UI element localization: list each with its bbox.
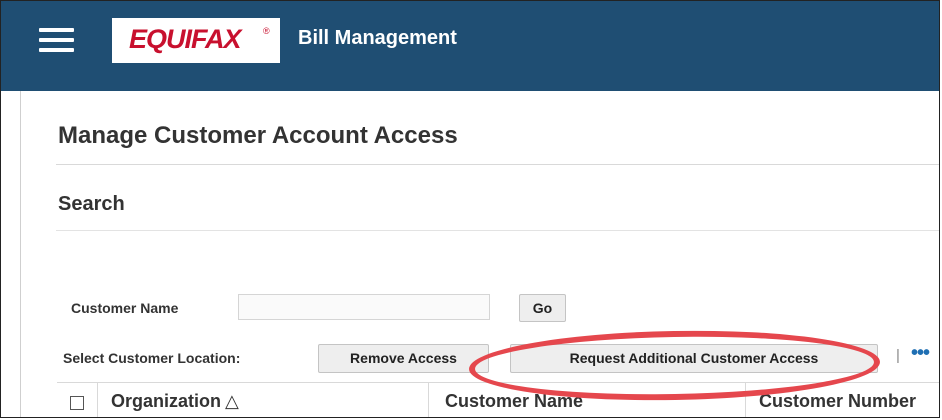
- column-separator: [428, 383, 429, 417]
- request-additional-access-button[interactable]: Request Additional Customer Access: [510, 344, 878, 373]
- column-separator: [97, 383, 98, 417]
- customer-name-label: Customer Name: [71, 300, 179, 316]
- divider: [56, 164, 939, 165]
- app-header: EQUIFAX ® Bill Management: [1, 1, 939, 91]
- go-button[interactable]: Go: [519, 294, 566, 322]
- toolbar-separator: |: [896, 347, 900, 364]
- equifax-logo[interactable]: EQUIFAX ®: [112, 18, 280, 63]
- remove-access-button[interactable]: Remove Access: [318, 344, 489, 373]
- search-section-title: Search: [58, 193, 125, 215]
- registered-mark: ®: [263, 26, 270, 36]
- column-header-customer-name[interactable]: Customer Name: [445, 391, 583, 412]
- screenshot-frame: EQUIFAX ® Bill Management Manage Custome…: [0, 0, 940, 418]
- select-location-label: Select Customer Location:: [63, 350, 241, 366]
- table-header: Organization △ Customer Name Customer Num…: [57, 382, 939, 417]
- more-options-icon[interactable]: •••: [911, 342, 930, 365]
- hamburger-menu-icon[interactable]: [39, 28, 74, 52]
- column-header-customer-number[interactable]: Customer Number: [759, 391, 916, 412]
- column-separator: [745, 383, 746, 417]
- page-title: Manage Customer Account Access: [58, 122, 458, 149]
- sort-ascending-icon[interactable]: △: [225, 391, 239, 412]
- column-header-organization[interactable]: Organization △: [111, 391, 239, 412]
- main-content: Manage Customer Account Access Search Cu…: [20, 91, 939, 417]
- logo-text: EQUIFAX: [129, 24, 242, 54]
- column-label: Organization: [111, 391, 222, 411]
- customer-name-input[interactable]: [238, 294, 490, 320]
- app-title: Bill Management: [298, 27, 457, 49]
- select-all-checkbox[interactable]: [70, 396, 84, 410]
- divider: [56, 230, 939, 231]
